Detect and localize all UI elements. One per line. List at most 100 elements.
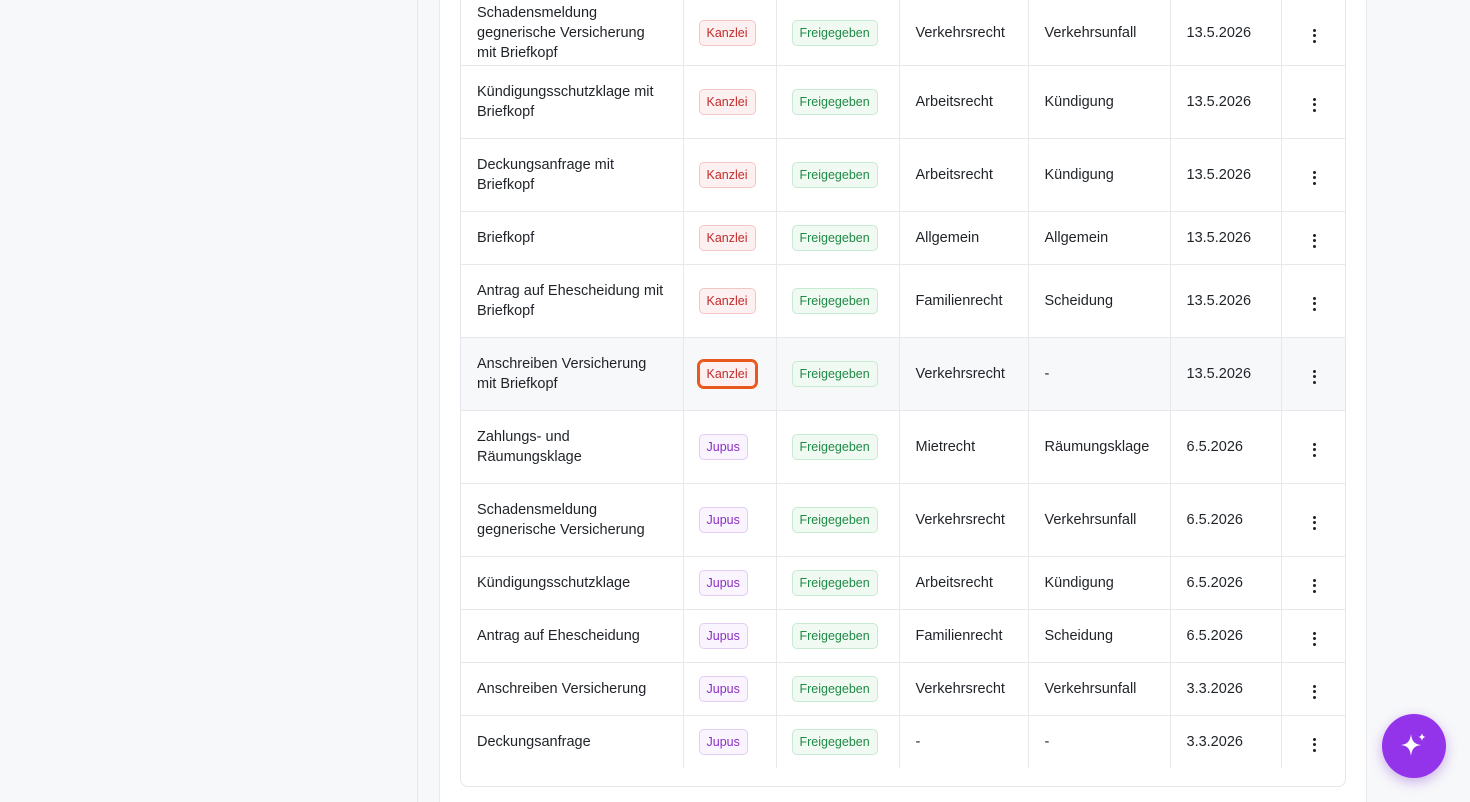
source-badge[interactable]: Kanzlei — [696, 358, 758, 389]
cell-date: 13.5.2026 — [1170, 65, 1282, 139]
cell-date: 6.5.2026 — [1170, 410, 1282, 484]
cell-date: 13.5.2026 — [1170, 211, 1282, 265]
cell-status: Freigegeben — [776, 410, 900, 484]
cell-name: Deckungsanfrage — [461, 715, 684, 768]
legal-area: Verkehrsrecht — [915, 365, 1005, 382]
source-badge[interactable]: Kanzlei — [698, 19, 756, 46]
table-row[interactable]: Briefkopf Kanzlei Freigegeben Allgemein … — [461, 211, 1345, 265]
cell-category: Verkehrsunfall — [1028, 0, 1171, 66]
template-name: Deckungsanfrage mit Briefkopf — [477, 156, 615, 193]
cell-status: Freigegeben — [776, 211, 900, 265]
template-name: Anschreiben Versicherung — [477, 680, 647, 697]
cell-date: 13.5.2026 — [1170, 337, 1282, 411]
cell-status: Freigegeben — [776, 65, 900, 139]
cell-source: Kanzlei — [683, 211, 777, 265]
more-options-icon[interactable] — [1302, 166, 1326, 190]
status-badge: Freigegeben — [791, 224, 878, 251]
more-options-icon[interactable] — [1302, 365, 1326, 389]
source-badge[interactable]: Kanzlei — [698, 287, 756, 314]
cell-date: 3.3.2026 — [1170, 662, 1282, 716]
cell-category: Kündigung — [1028, 65, 1171, 139]
category: Verkehrsunfall — [1044, 511, 1137, 528]
more-options-icon[interactable] — [1302, 24, 1326, 48]
table-row[interactable]: Schadensmeldung gegnerische Versicherung… — [461, 483, 1345, 557]
more-options-icon[interactable] — [1302, 93, 1326, 117]
cell-source: Kanzlei — [683, 264, 777, 338]
table-row[interactable]: Antrag auf Ehescheidung Jupus Freigegebe… — [461, 609, 1345, 663]
status-badge: Freigegeben — [791, 88, 878, 115]
cell-name: Kündigungsschutzklage mit Briefkopf — [461, 65, 684, 139]
template-name: Schadensmeldung gegnerische Versicherung — [477, 501, 645, 538]
source-badge[interactable]: Kanzlei — [698, 161, 756, 188]
category: Scheidung — [1044, 292, 1114, 309]
cell-area: Verkehrsrecht — [899, 662, 1029, 716]
source-badge[interactable]: Jupus — [698, 569, 748, 596]
cell-actions — [1281, 337, 1345, 411]
date: 6.5.2026 — [1186, 627, 1243, 644]
status-badge: Freigegeben — [791, 287, 878, 314]
date: 13.5.2026 — [1186, 229, 1252, 246]
source-badge[interactable]: Jupus — [698, 728, 748, 755]
cell-category: Kündigung — [1028, 556, 1171, 610]
cell-status: Freigegeben — [776, 662, 900, 716]
source-badge[interactable]: Kanzlei — [698, 224, 756, 251]
template-name: Kündigungsschutzklage mit Briefkopf — [477, 83, 654, 120]
more-options-icon[interactable] — [1302, 438, 1326, 462]
cell-area: Familienrecht — [899, 609, 1029, 663]
table-row[interactable]: Deckungsanfrage Jupus Freigegeben - - 3.… — [461, 715, 1345, 768]
category: Kündigung — [1044, 166, 1114, 183]
table-row[interactable]: Deckungsanfrage mit Briefkopf Kanzlei Fr… — [461, 138, 1345, 212]
table-row[interactable]: Kündigungsschutzklage Jupus Freigegeben … — [461, 556, 1345, 610]
table-row[interactable]: Zahlungs- und Räumungsklage Jupus Freige… — [461, 410, 1345, 484]
cell-source: Jupus — [683, 556, 777, 610]
ai-assistant-button[interactable] — [1382, 714, 1446, 778]
more-options-icon[interactable] — [1302, 511, 1326, 535]
category: Verkehrsunfall — [1044, 24, 1137, 41]
cell-name: Anschreiben Versicherung — [461, 662, 684, 716]
source-badge[interactable]: Jupus — [698, 506, 748, 533]
table-row[interactable]: Anschreiben Versicherung Jupus Freigegeb… — [461, 662, 1345, 716]
more-options-icon[interactable] — [1302, 229, 1326, 253]
table-row[interactable]: Schadensmeldung gegnerische Versicherung… — [461, 0, 1345, 66]
cell-name: Briefkopf — [461, 211, 684, 265]
table-row[interactable]: Anschreiben Versicherung mit Briefkopf K… — [461, 337, 1345, 411]
more-options-icon[interactable] — [1302, 680, 1326, 704]
date: 13.5.2026 — [1186, 93, 1252, 110]
cell-name: Schadensmeldung gegnerische Versicherung — [461, 483, 684, 557]
more-options-icon[interactable] — [1302, 292, 1326, 316]
source-badge[interactable]: Kanzlei — [698, 88, 756, 115]
cell-actions — [1281, 609, 1345, 663]
status-badge: Freigegeben — [791, 19, 878, 46]
cell-area: - — [899, 715, 1029, 768]
source-badge[interactable]: Jupus — [698, 433, 748, 460]
cell-source: Jupus — [683, 715, 777, 768]
template-name: Schadensmeldung gegnerische Versicherung… — [477, 4, 645, 61]
more-options-icon[interactable] — [1302, 733, 1326, 757]
more-options-icon[interactable] — [1302, 627, 1326, 651]
cell-name: Kündigungsschutzklage — [461, 556, 684, 610]
cell-area: Verkehrsrecht — [899, 483, 1029, 557]
legal-area: Arbeitsrecht — [915, 166, 993, 183]
legal-area: Mietrecht — [915, 438, 976, 455]
more-options-icon[interactable] — [1302, 574, 1326, 598]
source-badge[interactable]: Jupus — [698, 675, 748, 702]
date: 6.5.2026 — [1186, 438, 1243, 455]
cell-date: 3.3.2026 — [1170, 715, 1282, 768]
source-badge[interactable]: Jupus — [698, 622, 748, 649]
legal-area: Familienrecht — [915, 627, 1003, 644]
cell-status: Freigegeben — [776, 483, 900, 557]
cell-actions — [1281, 138, 1345, 212]
cell-category: Allgemein — [1028, 211, 1171, 265]
category: - — [1044, 365, 1050, 382]
cell-date: 13.5.2026 — [1170, 264, 1282, 338]
template-name: Antrag auf Ehescheidung mit Briefkopf — [477, 282, 664, 319]
table-row[interactable]: Antrag auf Ehescheidung mit Briefkopf Ka… — [461, 264, 1345, 338]
cell-date: 6.5.2026 — [1170, 556, 1282, 610]
cell-actions — [1281, 715, 1345, 768]
sparkle-icon — [1401, 733, 1426, 756]
table-row[interactable]: Kündigungsschutzklage mit Briefkopf Kanz… — [461, 65, 1345, 139]
cell-category: Kündigung — [1028, 138, 1171, 212]
templates-table: Schadensmeldung gegnerische Versicherung… — [460, 0, 1346, 787]
cell-area: Mietrecht — [899, 410, 1029, 484]
cell-source: Kanzlei — [683, 0, 777, 66]
